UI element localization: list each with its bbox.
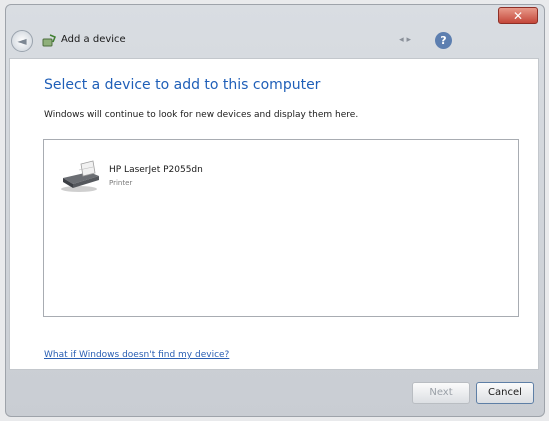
navigation-bar: ◄ Add a device ◂ ▸ ? [11, 27, 531, 55]
window-title: Add a device [61, 34, 126, 45]
add-device-icon [42, 34, 56, 47]
help-button[interactable]: ? [435, 32, 452, 49]
device-item[interactable]: HP LaserJet P2055dn Printer [59, 158, 229, 196]
page-subtext: Windows will continue to look for new de… [44, 110, 359, 120]
device-list[interactable]: HP LaserJet P2055dn Printer [43, 139, 519, 317]
device-type: Printer [109, 179, 133, 187]
help-link[interactable]: What if Windows doesn't find my device? [44, 350, 229, 360]
device-name: HP LaserJet P2055dn [109, 165, 203, 175]
nav-arrows[interactable]: ◂ ▸ [399, 35, 411, 45]
page-heading: Select a device to add to this computer [44, 77, 321, 93]
window-close-button[interactable]: ✕ [498, 7, 538, 24]
content-panel: Select a device to add to this computer … [9, 58, 539, 370]
cancel-button[interactable]: Cancel [476, 382, 534, 404]
back-button[interactable]: ◄ [11, 30, 33, 52]
printer-icon [61, 160, 99, 192]
next-button[interactable]: Next [412, 382, 470, 404]
